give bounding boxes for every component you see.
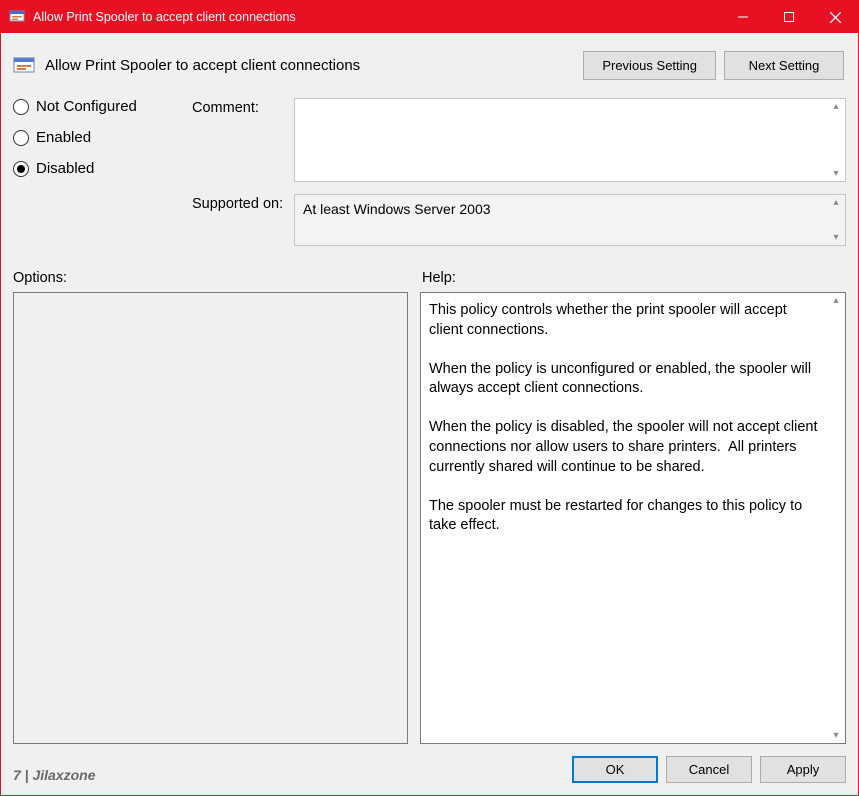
state-radio-group: Not Configured Enabled Disabled [13, 98, 178, 246]
options-label: Options: [13, 270, 408, 286]
fields-column: Comment: ▴ ▾ Supported on: At least Wind… [192, 98, 846, 246]
supported-box: At least Windows Server 2003 ▴ ▾ [294, 194, 846, 246]
lower-panels: This policy controls whether the print s… [13, 292, 846, 744]
supported-row: Supported on: At least Windows Server 20… [192, 194, 846, 246]
nav-buttons: Previous Setting Next Setting [583, 51, 844, 80]
comment-row: Comment: ▴ ▾ [192, 98, 846, 182]
radio-enabled[interactable]: Enabled [13, 129, 178, 146]
group-policy-editor-window: Allow Print Spooler to accept client con… [0, 0, 859, 796]
options-panel [13, 292, 408, 744]
maximize-button[interactable] [766, 1, 812, 33]
comment-input[interactable] [295, 99, 845, 181]
dialog-body: Allow Print Spooler to accept client con… [1, 33, 858, 795]
config-area: Not Configured Enabled Disabled Comment: [13, 98, 846, 246]
help-label: Help: [422, 270, 456, 286]
policy-setting-icon [13, 55, 35, 77]
radio-not-configured-input[interactable] [13, 99, 29, 115]
radio-not-configured[interactable]: Not Configured [13, 98, 178, 115]
radio-disabled-label: Disabled [36, 160, 94, 177]
ok-button[interactable]: OK [572, 756, 658, 783]
cancel-button[interactable]: Cancel [666, 756, 752, 783]
comment-box: ▴ ▾ [294, 98, 846, 182]
titlebar: Allow Print Spooler to accept client con… [1, 1, 858, 33]
window-title: Allow Print Spooler to accept client con… [33, 10, 296, 24]
supported-value: At least Windows Server 2003 [295, 195, 845, 245]
footer: 7 | Jilaxzone OK Cancel Apply [13, 756, 846, 783]
minimize-button[interactable] [720, 1, 766, 33]
header-left: Allow Print Spooler to accept client con… [13, 55, 360, 77]
watermark: 7 | Jilaxzone [13, 767, 96, 783]
policy-title: Allow Print Spooler to accept client con… [45, 57, 360, 74]
help-text: This policy controls whether the print s… [421, 293, 845, 743]
footer-buttons: OK Cancel Apply [572, 756, 846, 783]
previous-setting-button[interactable]: Previous Setting [583, 51, 716, 80]
policy-icon [9, 9, 25, 25]
window-controls [720, 1, 858, 33]
radio-disabled[interactable]: Disabled [13, 160, 178, 177]
comment-label: Comment: [192, 98, 284, 182]
next-setting-button[interactable]: Next Setting [724, 51, 844, 80]
radio-enabled-input[interactable] [13, 130, 29, 146]
supported-label: Supported on: [192, 194, 284, 246]
help-panel: This policy controls whether the print s… [420, 292, 846, 744]
radio-enabled-label: Enabled [36, 129, 91, 146]
apply-button[interactable]: Apply [760, 756, 846, 783]
radio-disabled-input[interactable] [13, 161, 29, 177]
radio-not-configured-label: Not Configured [36, 98, 137, 115]
close-button[interactable] [812, 1, 858, 33]
lower-labels: Options: Help: [13, 270, 846, 286]
titlebar-left: Allow Print Spooler to accept client con… [1, 9, 296, 25]
header-row: Allow Print Spooler to accept client con… [13, 51, 846, 80]
